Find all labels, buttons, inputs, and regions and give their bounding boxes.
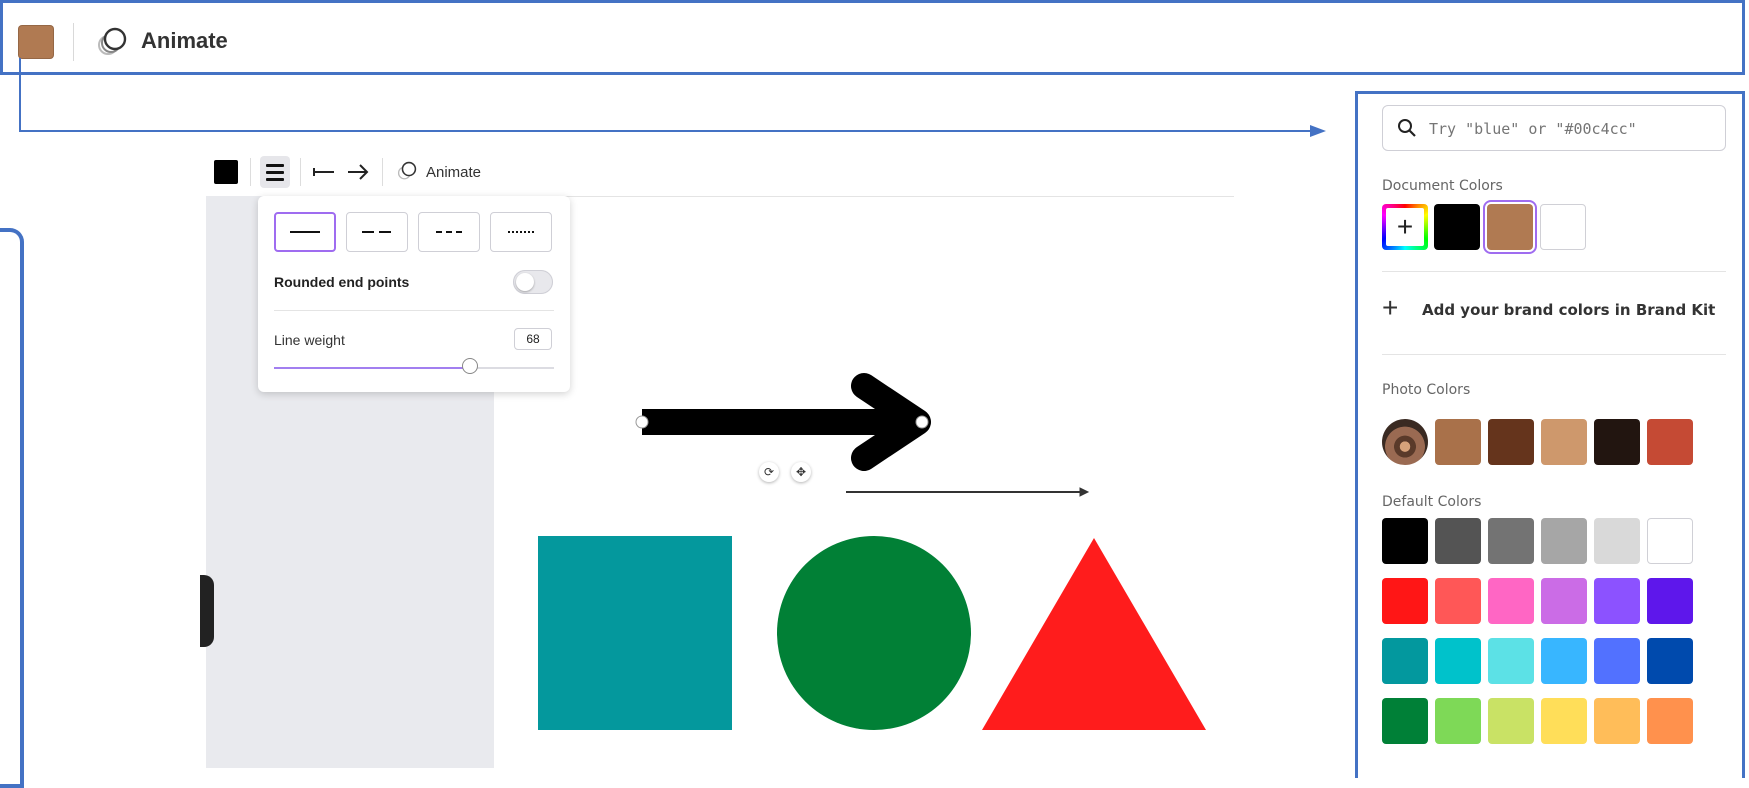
default-color-swatch[interactable]: [1435, 578, 1481, 624]
document-color-swatch[interactable]: [1483, 200, 1537, 254]
default-color-swatch[interactable]: [1647, 638, 1693, 684]
short-dash-line-icon: [436, 231, 462, 233]
default-color-swatch[interactable]: [1594, 638, 1640, 684]
animate-icon[interactable]: [396, 160, 418, 182]
animate-button[interactable]: Animate: [141, 28, 228, 54]
default-color-swatch[interactable]: [1382, 698, 1428, 744]
default-color-swatch[interactable]: [1594, 698, 1640, 744]
animate-icon[interactable]: [95, 25, 129, 59]
long-dash-line-icon: [362, 231, 392, 233]
default-color-swatch[interactable]: [1488, 578, 1534, 624]
plus-icon: +: [1386, 208, 1424, 246]
panel-divider: [1382, 271, 1726, 272]
default-color-swatch[interactable]: [1594, 518, 1640, 564]
photo-color-swatch[interactable]: [1647, 419, 1693, 465]
photo-color-swatch[interactable]: [1488, 419, 1534, 465]
triangle-shape[interactable]: [982, 538, 1206, 730]
toolbar-divider: [300, 158, 301, 186]
photo-color-swatch[interactable]: [1541, 419, 1587, 465]
default-color-swatch[interactable]: [1435, 698, 1481, 744]
default-color-swatch[interactable]: [1594, 578, 1640, 624]
thin-arrow-shape[interactable]: [846, 487, 1090, 497]
default-color-swatch[interactable]: [1382, 518, 1428, 564]
line-style-long-dash[interactable]: [346, 212, 408, 252]
line-weight-slider-fill: [274, 367, 470, 369]
rounded-end-points-label: Rounded end points: [274, 274, 410, 290]
toolbar-divider: [73, 23, 74, 61]
default-color-swatch[interactable]: [1435, 518, 1481, 564]
default-color-swatch[interactable]: [1541, 638, 1587, 684]
default-colors-label: Default Colors: [1382, 494, 1482, 510]
top-toolbar: Animate: [0, 0, 1745, 75]
animate-button[interactable]: Animate: [426, 164, 481, 181]
default-color-swatch[interactable]: [1541, 698, 1587, 744]
search-icon: [1398, 119, 1416, 137]
line-style-solid[interactable]: [274, 212, 336, 252]
photo-thumbnail[interactable]: [1382, 419, 1428, 465]
color-search-input[interactable]: [1427, 114, 1711, 144]
line-style-icon: [266, 163, 284, 167]
thick-arrow-shape[interactable]: [642, 373, 931, 471]
line-style-icon: [266, 170, 284, 174]
default-color-swatch[interactable]: [1435, 638, 1481, 684]
endpoint-handle[interactable]: [635, 415, 649, 429]
default-color-swatch[interactable]: [1647, 698, 1693, 744]
line-style-short-dash[interactable]: [418, 212, 480, 252]
photo-color-swatch[interactable]: [1435, 419, 1481, 465]
design-canvas: [538, 373, 1206, 730]
default-color-swatch[interactable]: [1647, 578, 1693, 624]
photo-colors-label: Photo Colors: [1382, 382, 1471, 398]
document-color-swatch[interactable]: [1434, 204, 1480, 250]
square-shape[interactable]: [538, 536, 732, 730]
line-weight-label: Line weight: [274, 332, 345, 348]
default-color-swatch[interactable]: [1382, 638, 1428, 684]
line-color-button[interactable]: [214, 160, 238, 184]
circle-shape[interactable]: [777, 536, 971, 730]
line-start-icon[interactable]: [312, 162, 336, 182]
photo-color-swatch[interactable]: [1594, 419, 1640, 465]
default-color-swatch[interactable]: [1647, 518, 1693, 564]
default-color-swatch[interactable]: [1541, 578, 1587, 624]
document-colors-label: Document Colors: [1382, 178, 1503, 194]
default-color-swatch[interactable]: [1488, 518, 1534, 564]
endpoint-handle[interactable]: [915, 415, 929, 429]
move-icon[interactable]: ✥: [791, 462, 811, 482]
document-color-swatch[interactable]: [1540, 204, 1586, 250]
rotate-icon[interactable]: ⟳: [759, 462, 779, 482]
toolbar-divider: [250, 158, 251, 186]
side-panel-toggle[interactable]: [200, 575, 214, 647]
color-panel: Document Colors + + Add your brand color…: [1355, 91, 1745, 778]
panel-divider: [1382, 354, 1726, 355]
default-color-swatch[interactable]: [1382, 578, 1428, 624]
color-search-box[interactable]: [1382, 105, 1726, 151]
arrow-end-icon[interactable]: [346, 162, 370, 182]
line-weight-slider-thumb[interactable]: [462, 358, 478, 374]
solid-line-icon: [290, 231, 320, 233]
brand-kit-link[interactable]: Add your brand colors in Brand Kit: [1422, 301, 1715, 319]
annotation-bracket: [0, 228, 24, 788]
default-color-swatch[interactable]: [1488, 638, 1534, 684]
add-color-button[interactable]: +: [1382, 204, 1428, 250]
color-swatch-button[interactable]: [18, 25, 54, 59]
default-color-swatch[interactable]: [1488, 698, 1534, 744]
line-style-button[interactable]: [260, 156, 290, 188]
toolbar-divider: [382, 158, 383, 186]
line-style-icon: [266, 177, 284, 181]
plus-icon: +: [1382, 292, 1399, 323]
default-color-swatch[interactable]: [1541, 518, 1587, 564]
